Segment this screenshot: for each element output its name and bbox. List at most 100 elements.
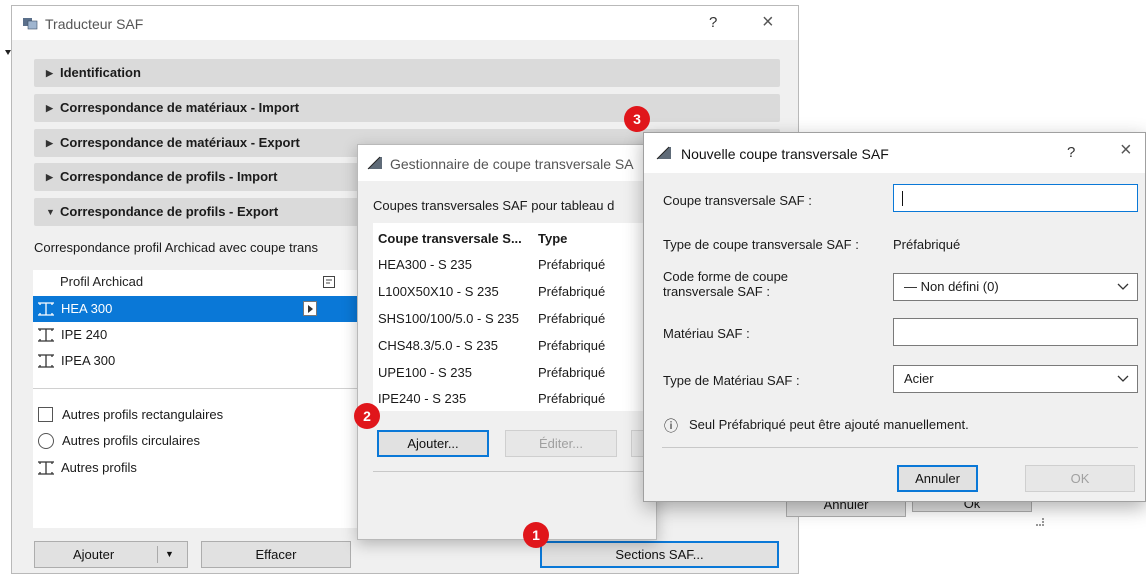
profile-name: HEA 300: [61, 301, 113, 316]
play-arrow-icon: [308, 305, 313, 313]
mapping-icon: [323, 276, 335, 288]
section-identification[interactable]: ▶ Identification: [34, 59, 780, 87]
section-name-input[interactable]: [893, 184, 1138, 212]
shape-code-select[interactable]: — Non défini (0): [893, 273, 1138, 301]
help-icon[interactable]: ?: [1067, 144, 1075, 161]
profile-mapping-description: Correspondance profil Archicad avec coup…: [34, 240, 318, 255]
material-label: Matériau SAF :: [663, 326, 750, 341]
divider: [33, 388, 363, 389]
app-icon: [23, 18, 38, 30]
expand-arrow-icon: ▶: [46, 172, 53, 182]
table-row[interactable]: UPE100 - S 235 Préfabriqué: [373, 360, 658, 386]
other-profile-row[interactable]: Autres profils circulaires: [33, 428, 363, 454]
shape-code-label-line1: Code forme de coupe: [663, 269, 789, 284]
app-icon: [367, 156, 382, 170]
section-material-import[interactable]: ▶ Correspondance de matériaux - Import: [34, 94, 780, 122]
chevron-down-icon: [1117, 366, 1129, 392]
expand-arrow-icon: ▶: [46, 138, 53, 148]
profile-row[interactable]: IPE 240: [33, 322, 363, 348]
close-icon[interactable]: ×: [1120, 139, 1132, 162]
row-action-button[interactable]: [303, 301, 317, 316]
list-header: Profil Archicad: [33, 270, 363, 294]
section-type: Préfabriqué: [538, 284, 606, 299]
add-button-label: Ajouter: [73, 547, 115, 562]
dialog-ok-button[interactable]: OK: [1025, 465, 1135, 492]
table-row[interactable]: L100X50X10 - S 235 Préfabriqué: [373, 279, 658, 305]
i-beam-icon: [38, 461, 54, 475]
other-profile-row[interactable]: Autres profils: [33, 455, 363, 481]
rectangle-icon: [38, 407, 53, 422]
chevron-down-icon: [1117, 274, 1129, 300]
manager-title-bar: Gestionnaire de coupe transversale SA: [358, 145, 656, 181]
resize-grip-icon: [1036, 518, 1044, 526]
table-row[interactable]: IPE240 - S 235 Préfabriqué: [373, 386, 658, 412]
material-type-label: Type de Matériau SAF :: [663, 373, 800, 388]
profile-row[interactable]: HEA 300: [33, 296, 363, 322]
divider: [662, 447, 1138, 448]
edit-section-button[interactable]: Éditer...: [505, 430, 617, 457]
add-button[interactable]: Ajouter ▼: [34, 541, 188, 568]
split-divider: [157, 546, 158, 563]
section-name: L100X50X10 - S 235: [378, 284, 499, 299]
app-icon: [656, 146, 671, 160]
section-label: Correspondance de profils - Import: [60, 169, 278, 184]
step-badge-2: 2: [354, 403, 380, 429]
saf-sections-button[interactable]: Sections SAF...: [540, 541, 779, 568]
section-label: Correspondance de profils - Export: [60, 204, 279, 219]
material-input[interactable]: [893, 318, 1138, 346]
cross-section-table: Coupe transversale S... Type HEA300 - S …: [373, 223, 658, 411]
cross-section-manager-window: Gestionnaire de coupe transversale SA Co…: [357, 144, 906, 540]
manager-subtitle: Coupes transversales SAF pour tableau d: [373, 198, 615, 213]
column-header-type[interactable]: Type: [538, 231, 567, 246]
material-type-select[interactable]: Acier: [893, 365, 1138, 393]
section-type-value: Préfabriqué: [893, 237, 961, 252]
section-type: Préfabriqué: [538, 391, 606, 406]
main-window-title: Traducteur SAF: [45, 16, 144, 32]
dropdown-arrow-icon[interactable]: ▼: [165, 542, 174, 567]
table-row[interactable]: HEA300 - S 235 Préfabriqué: [373, 252, 658, 278]
i-beam-icon: [38, 354, 54, 368]
profile-list: Profil Archicad HEA 300 IPE 240 IPEA 300…: [33, 270, 363, 528]
section-name-label: Coupe transversale SAF :: [663, 193, 812, 208]
section-name: HEA300 - S 235: [378, 257, 472, 272]
table-row[interactable]: CHS48.3/5.0 - S 235 Préfabriqué: [373, 333, 658, 359]
column-header-profile[interactable]: Profil Archicad: [60, 270, 143, 294]
step-badge-3: 3: [624, 106, 650, 132]
section-label: Identification: [60, 65, 141, 80]
collapse-arrow-icon: ▼: [46, 207, 55, 217]
other-profile-row[interactable]: Autres profils rectangulaires: [33, 402, 363, 428]
expand-arrow-icon: ▶: [46, 68, 53, 78]
i-beam-icon: [38, 302, 54, 316]
help-icon[interactable]: ?: [709, 14, 717, 31]
dialog-cancel-button[interactable]: Annuler: [897, 465, 978, 492]
section-label: Correspondance de matériaux - Import: [60, 100, 300, 115]
info-message: Seul Préfabriqué peut être ajouté manuel…: [689, 417, 969, 432]
step-badge-1: 1: [523, 522, 549, 548]
section-name: CHS48.3/5.0 - S 235: [378, 338, 498, 353]
other-profile-label: Autres profils: [61, 460, 137, 475]
close-icon[interactable]: ×: [762, 11, 774, 34]
table-row[interactable]: SHS100/100/5.0 - S 235 Préfabriqué: [373, 306, 658, 332]
i-beam-icon: [38, 328, 54, 342]
section-type: Préfabriqué: [538, 365, 606, 380]
section-label: Correspondance de matériaux - Export: [60, 135, 300, 150]
profile-name: IPE 240: [61, 327, 108, 342]
add-section-button[interactable]: Ajouter...: [377, 430, 489, 457]
profile-row[interactable]: IPEA 300: [33, 348, 363, 374]
manager-window-title: Gestionnaire de coupe transversale SA: [390, 156, 634, 172]
section-type: Préfabriqué: [538, 257, 606, 272]
material-type-value: Acier: [904, 371, 934, 386]
section-type: Préfabriqué: [538, 311, 606, 326]
shape-code-label-line2: transversale SAF :: [663, 284, 770, 299]
new-cross-section-dialog: Nouvelle coupe transversale SAF ? × Coup…: [643, 132, 1146, 502]
circle-icon: [38, 433, 54, 449]
window-menu-marker: [5, 50, 11, 55]
expand-arrow-icon: ▶: [46, 103, 53, 113]
other-profile-label: Autres profils rectangulaires: [62, 407, 224, 422]
text-cursor: [902, 191, 903, 206]
shape-code-value: — Non défini (0): [904, 279, 999, 294]
dialog-title-bar: Nouvelle coupe transversale SAF ? ×: [644, 133, 1145, 173]
clear-button[interactable]: Effacer: [201, 541, 351, 568]
column-header-section[interactable]: Coupe transversale S...: [378, 231, 522, 246]
section-type-label: Type de coupe transversale SAF :: [663, 237, 859, 252]
